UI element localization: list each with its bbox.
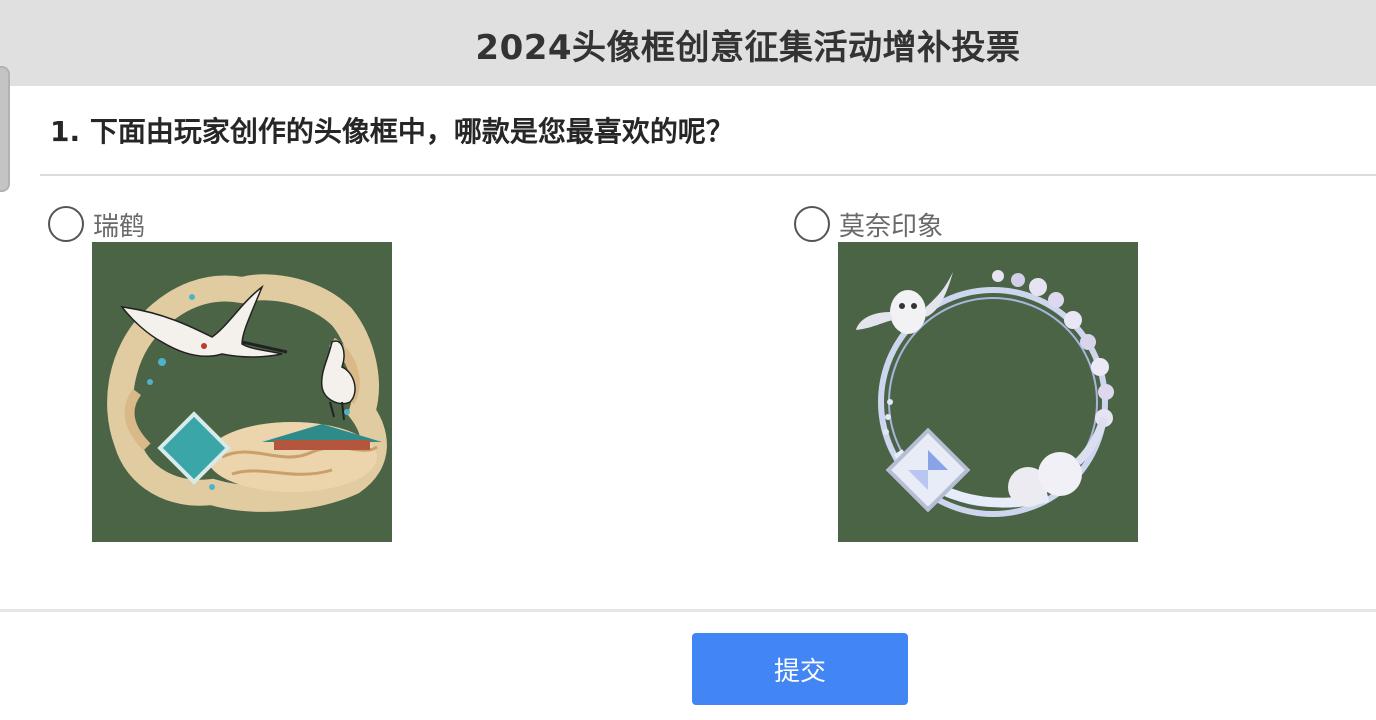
radio-button[interactable] — [794, 206, 830, 242]
monet-frame-illustration — [856, 270, 1114, 517]
option-label[interactable]: 瑞鹤 — [93, 206, 145, 243]
crane-frame-illustration — [107, 274, 387, 512]
avatar-frame-image[interactable] — [92, 242, 392, 542]
option-label[interactable]: 莫奈印象 — [839, 206, 943, 243]
avatar-frame-image[interactable] — [838, 242, 1138, 542]
page-title: 2024头像框创意征集活动增补投票 — [475, 28, 1021, 68]
divider — [40, 174, 1376, 176]
side-drawer-handle[interactable] — [0, 66, 10, 192]
submit-button[interactable]: 提交 — [692, 633, 908, 705]
page-header: 2024头像框创意征集活动增补投票 — [0, 0, 1376, 86]
footer-divider — [0, 609, 1376, 612]
vote-page: 2024头像框创意征集活动增补投票 1. 下面由玩家创作的头像框中，哪款是您最喜… — [0, 0, 1376, 720]
radio-button[interactable] — [48, 206, 84, 242]
question-title: 1. 下面由玩家创作的头像框中，哪款是您最喜欢的呢？ — [50, 115, 734, 148]
